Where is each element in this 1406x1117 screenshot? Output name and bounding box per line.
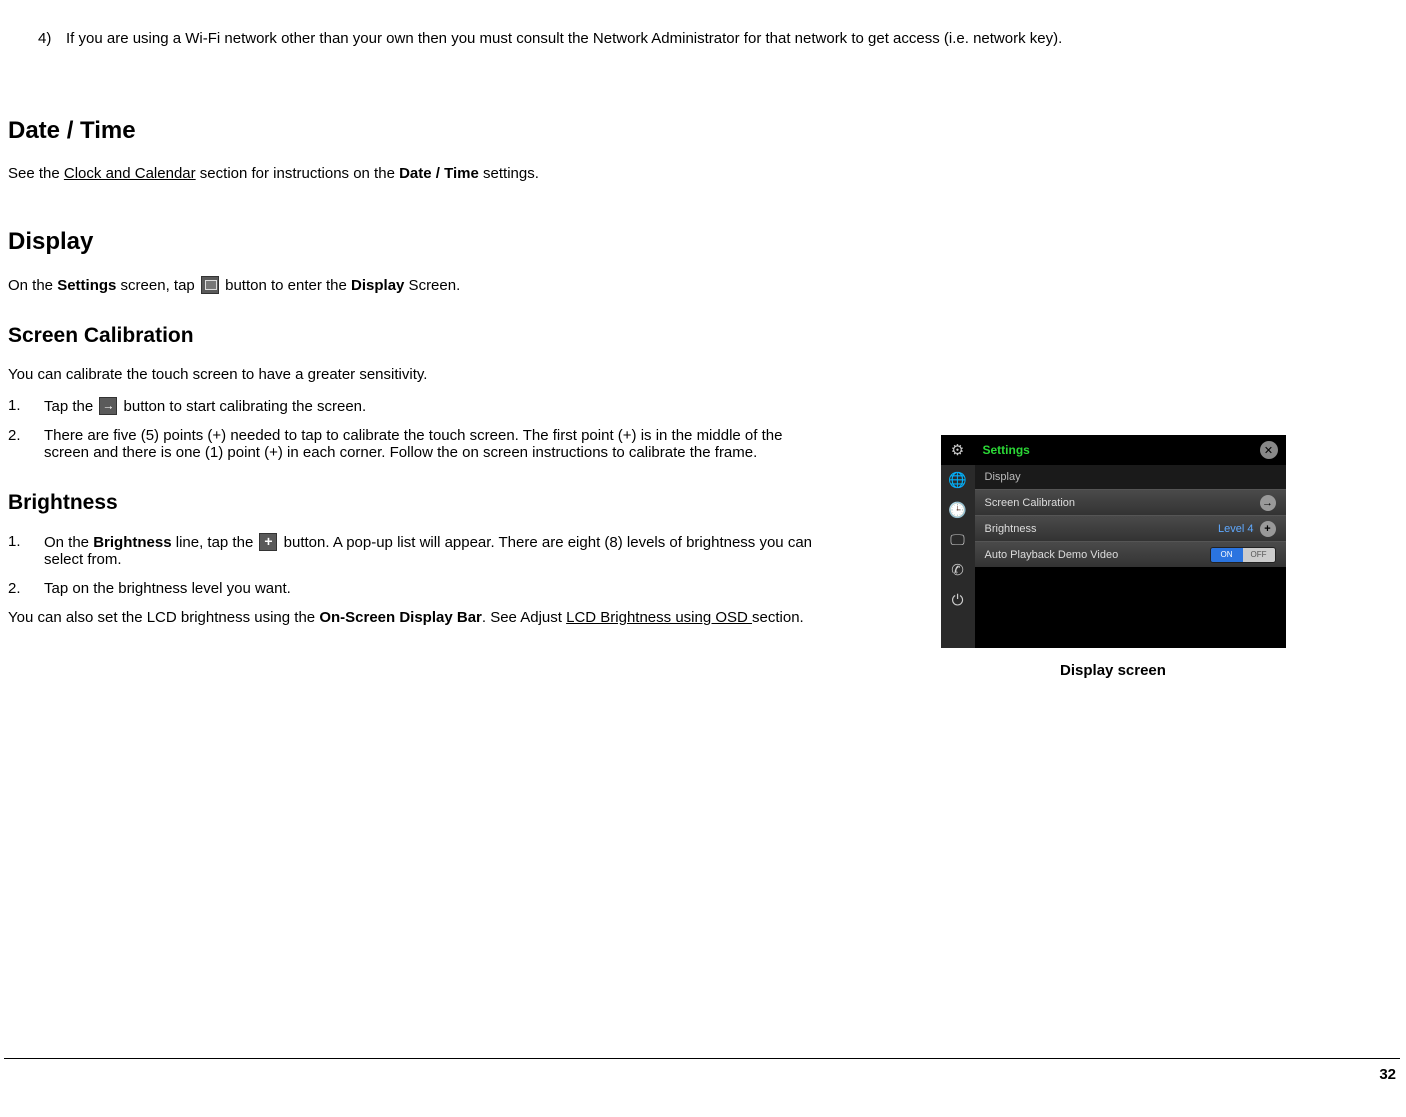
close-icon[interactable]: ✕ [1260,441,1278,459]
phone-icon[interactable]: ✆ [941,555,975,585]
display-text: On the Settings screen, tap button to en… [8,276,1402,294]
device-sidebar: ⚙ 🌐 🕒 🖵 ✆ ⏻ [941,435,975,648]
footer-divider [4,1058,1400,1059]
row-brightness[interactable]: Brightness Level 4 + [975,515,1286,541]
row-auto-playback[interactable]: Auto Playback Demo Video ON OFF [975,541,1286,567]
link-lcd-brightness-osd[interactable]: LCD Brightness using OSD [566,609,752,626]
toggle-switch[interactable]: ON OFF [1210,547,1276,563]
heading-date-time: Date / Time [8,117,1402,145]
device-title: Settings [983,443,1030,457]
list-marker: 2. [8,580,44,597]
list-marker: 4) [38,30,66,47]
list-text: On the Brightness line, tap the button. … [44,533,824,568]
heading-brightness: Brightness [8,491,824,515]
list-marker: 1. [8,397,44,415]
device-caption: Display screen [1060,662,1166,679]
osd-text: You can also set the LCD brightness usin… [8,609,824,626]
list-text: Tap on the brightness level you want. [44,580,824,597]
clock-icon[interactable]: 🕒 [941,495,975,525]
date-time-text: See the Clock and Calendar section for i… [8,165,1402,182]
brightness-level: Level 4 [1218,523,1253,535]
list-item: 2. Tap on the brightness level you want. [4,580,824,597]
list-marker: 2. [8,427,44,461]
list-marker: 1. [8,533,44,568]
list-item: 1. On the Brightness line, tap the butto… [4,533,824,568]
plus-icon [259,533,277,551]
list-item: 1. Tap the button to start calibrating t… [4,397,824,415]
heading-display: Display [8,228,1402,256]
device-header: Settings ✕ [975,435,1286,465]
link-clock-calendar[interactable]: Clock and Calendar [64,165,196,182]
toggle-off: OFF [1243,548,1275,562]
plus-icon[interactable]: + [1260,521,1276,537]
monitor-icon[interactable]: 🖵 [941,525,975,555]
arrow-right-icon[interactable]: → [1260,495,1276,511]
row-screen-calibration[interactable]: Screen Calibration → [975,489,1286,515]
heading-screen-calibration: Screen Calibration [8,324,1402,348]
list-text: Tap the button to start calibrating the … [44,397,824,415]
device-subheader: Display [975,465,1286,489]
device-screenshot: ⚙ 🌐 🕒 🖵 ✆ ⏻ Settings ✕ Display Screen Ca… [941,435,1286,648]
list-item: 2. There are five (5) points (+) needed … [4,427,824,461]
list-text: If you are using a Wi-Fi network other t… [66,30,1402,47]
screen-cal-intro: You can calibrate the touch screen to ha… [8,366,1402,383]
list-text: There are five (5) points (+) needed to … [44,427,824,461]
power-icon[interactable]: ⏻ [941,585,975,615]
page-number: 32 [1379,1066,1396,1083]
gear-icon[interactable]: ⚙ [941,435,975,465]
globe-icon[interactable]: 🌐 [941,465,975,495]
display-icon [201,276,219,294]
toggle-on: ON [1211,548,1243,562]
arrow-right-icon [99,397,117,415]
list-item-4: 4) If you are using a Wi-Fi network othe… [4,30,1402,47]
